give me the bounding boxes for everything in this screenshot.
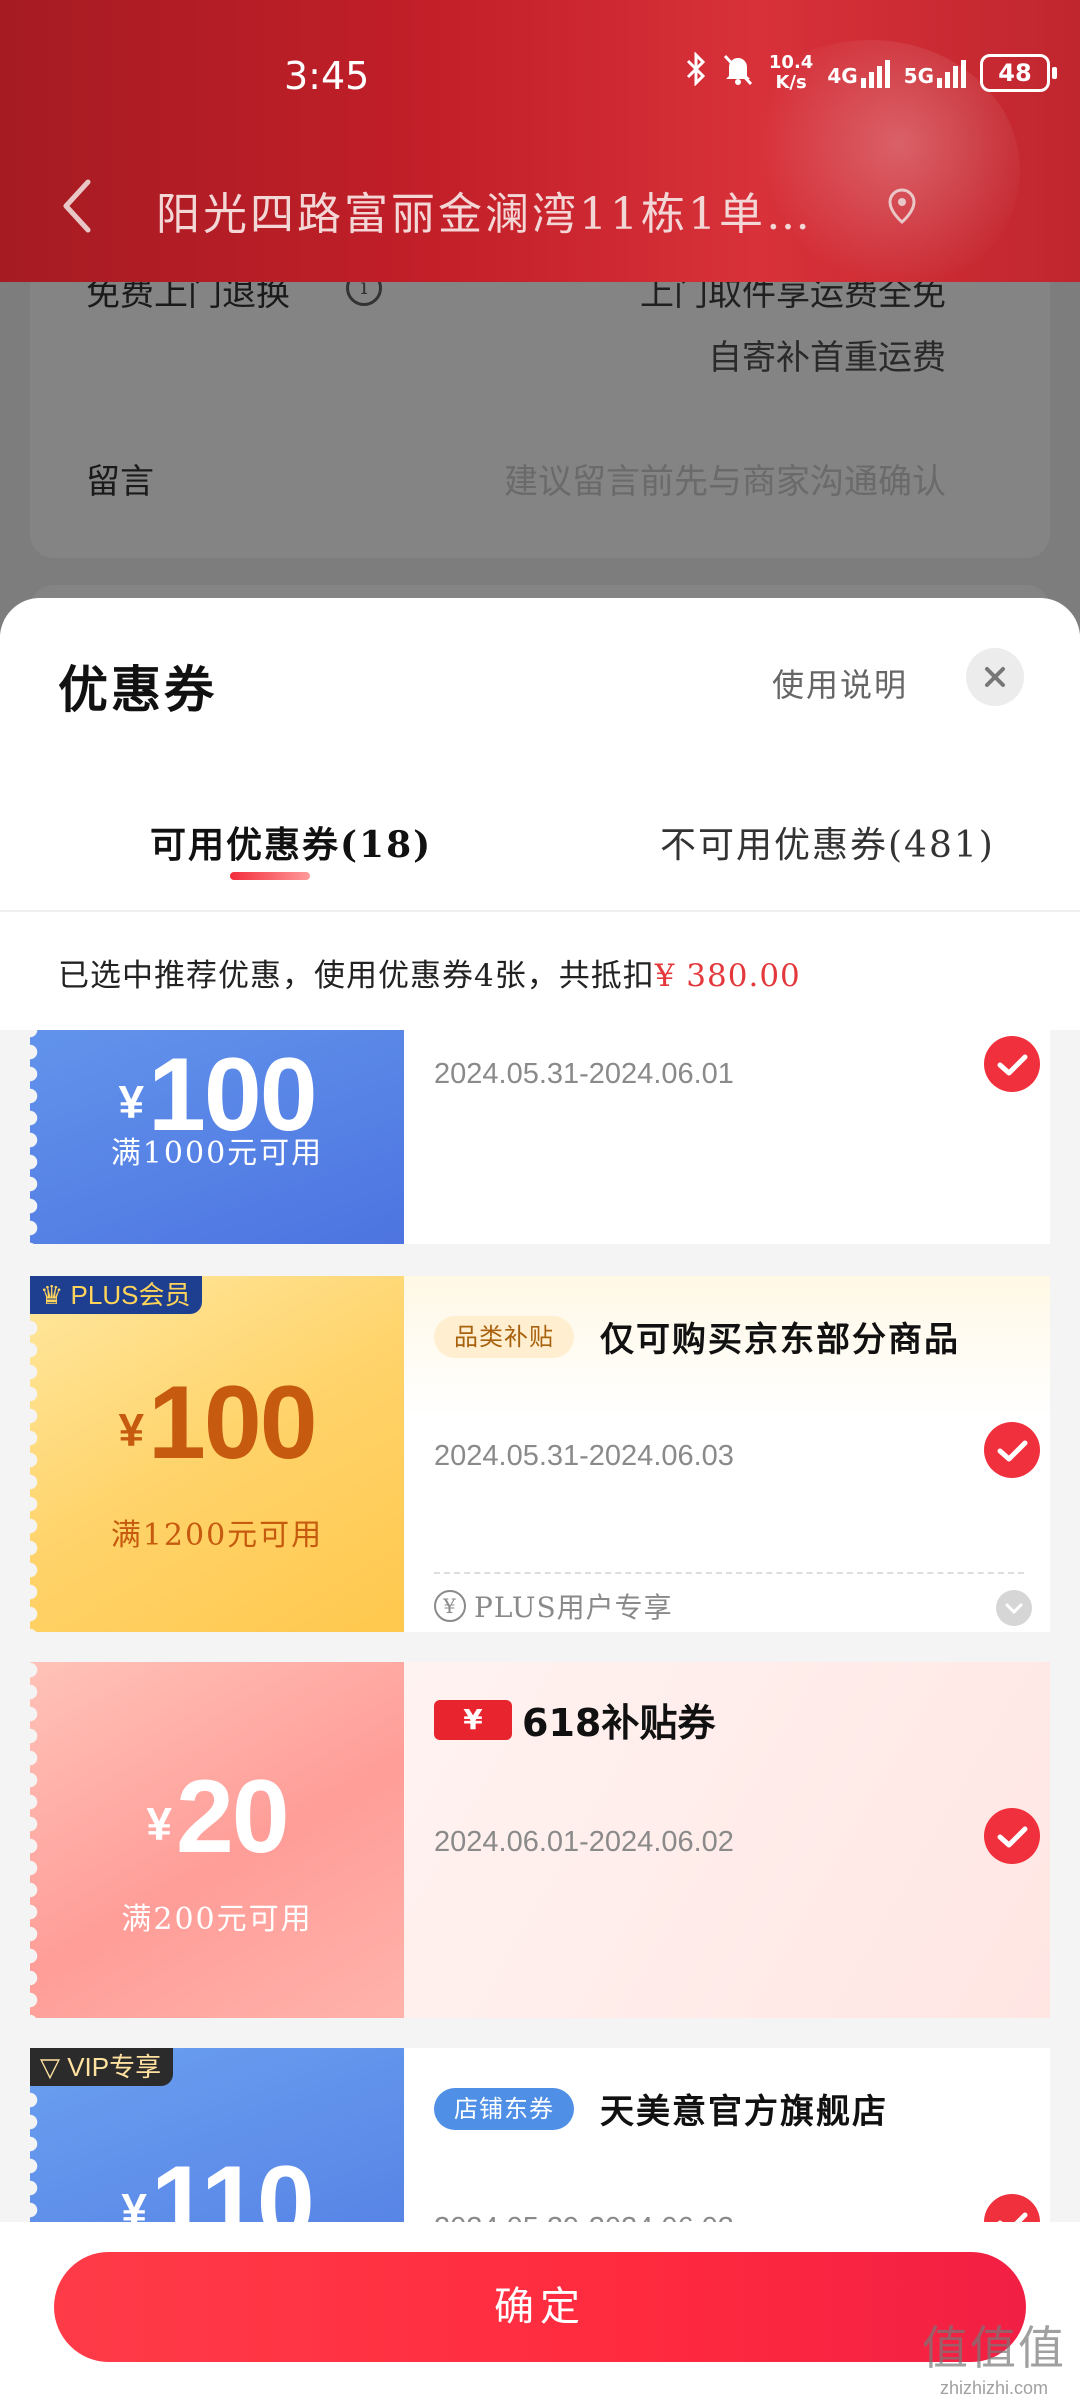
coupon-value-panel: ♛ PLUS会员 ¥100 满1200元可用: [30, 1276, 404, 1632]
battery-icon: 48: [980, 54, 1057, 92]
coupon-card[interactable]: ♛ PLUS会员 ¥100 满1200元可用 品类补贴 仅可购买京东部分商品 2…: [30, 1276, 1050, 1632]
watermark-logo: 值值值: [922, 2321, 1066, 2375]
signal-4g: 4G: [827, 58, 890, 88]
address-title[interactable]: 阳光四路富丽金澜湾11栋1单…: [156, 178, 876, 242]
header-bar: 3:45 10.4 K/s 4G 5G 48 阳光四路富丽金澜湾11栋1单…: [0, 0, 1080, 282]
badge-label: VIP专享: [67, 2052, 162, 2082]
coupon-title: 仅可购买京东部分商品: [600, 1320, 960, 1360]
category-subsidy-tag: 品类补贴: [434, 1316, 574, 1358]
sheet-title: 优惠券: [58, 660, 217, 719]
watermark-url: zhizhizhi.com: [939, 2378, 1049, 2398]
coupon-card[interactable]: ▽ VIP专享 ¥110 店铺东券 天美意官方旗舰店 2024.05.29-20…: [30, 2048, 1050, 2222]
dashed-divider: [434, 1572, 1024, 1574]
yen-circle-icon: ¥: [434, 1590, 466, 1622]
signal-bars-icon: [937, 58, 966, 88]
signal-5g: 5G: [904, 58, 966, 88]
plus-note: ¥ PLUS用户专享: [434, 1586, 673, 1626]
coupon-condition: 满200元可用: [121, 1902, 313, 1937]
message-input[interactable]: 建议留言前先与商家沟通确认: [504, 454, 946, 503]
divider: [0, 910, 1080, 912]
coupon-info: 2024.05.31-2024.06.01: [404, 1030, 1050, 1244]
return-value-line2: 自寄补首重运费: [708, 338, 946, 378]
coupon-amount: ¥110: [30, 2144, 404, 2222]
amount-value: 20: [175, 1759, 290, 1875]
vip-badge: ▽ VIP专享: [30, 2048, 174, 2086]
coupon-value-panel: ¥20 满200元可用: [30, 1662, 404, 2018]
coupon-list[interactable]: ¥100 满1000元可用 2024.05.31-2024.06.01 ♛ PL…: [0, 1030, 1080, 2222]
summary-text: 已选中推荐优惠，使用优惠券4张，共抵扣: [58, 958, 655, 994]
selection-summary: 已选中推荐优惠，使用优惠券4张，共抵扣¥ 380.00: [58, 950, 801, 995]
summary-amount: ¥ 380.00: [654, 958, 801, 994]
coupon-dates: 2024.05.31-2024.06.01: [434, 1058, 734, 1090]
back-arrow-icon[interactable]: [58, 176, 98, 236]
tab-available[interactable]: 可用优惠券(18): [150, 816, 432, 868]
watermark: 值值值 zhizhizhi.com: [922, 2312, 1066, 2399]
coupon-info: 品类补贴 仅可购买京东部分商品 2024.05.31-2024.06.03 ¥ …: [404, 1276, 1050, 1632]
mute-bell-icon: [721, 52, 755, 94]
yen-sign: ¥: [146, 1798, 172, 1850]
coupon-value-panel: ▽ VIP专享 ¥110: [30, 2048, 404, 2222]
coupon-info: ¥ 618补贴券 2024.06.01-2024.06.02: [404, 1662, 1050, 2018]
net-label-4g: 4G: [827, 64, 858, 88]
status-icons: 10.4 K/s 4G 5G 48: [685, 51, 1057, 94]
status-time: 3:45: [284, 54, 370, 98]
yen-sign: ¥: [118, 1404, 145, 1456]
coupon-condition: 满1200元可用: [110, 1518, 324, 1553]
coupon-dates: 2024.05.31-2024.06.03: [434, 1440, 734, 1472]
coupon-amount: ¥20: [30, 1758, 404, 1877]
shop-coupon-tag: 店铺东券: [434, 2088, 574, 2130]
amount-value: 110: [150, 2145, 315, 2222]
coupon-dates: 2024.05.29-2024.06.03: [434, 2212, 734, 2222]
message-label: 留言: [86, 462, 154, 502]
location-pin-icon[interactable]: [882, 186, 922, 226]
confirm-button[interactable]: 确定: [54, 2252, 1026, 2362]
check-icon[interactable]: [984, 2194, 1040, 2222]
check-icon[interactable]: [984, 1808, 1040, 1864]
coupon-info: 店铺东券 天美意官方旗舰店 2024.05.29-2024.06.03: [404, 2048, 1050, 2222]
tab-unavailable[interactable]: 不可用优惠券(481): [660, 816, 995, 868]
net-label-5g: 5G: [903, 64, 934, 88]
confirm-bar: 确定: [0, 2222, 1080, 2400]
coupon-title-row: ¥ 618补贴券: [434, 1692, 715, 1747]
speed-unit: K/s: [775, 72, 807, 93]
sheet-header: 优惠券 使用说明 可用优惠券(18) 不可用优惠券(481) 已选中推荐优惠，使…: [0, 598, 1080, 1030]
coupon-value-panel: ¥100 满1000元可用: [30, 1030, 404, 1244]
chevron-down-icon[interactable]: [996, 1590, 1032, 1626]
signal-bars-icon: [860, 58, 890, 88]
amount-value: 100: [148, 1365, 318, 1481]
coupon-card[interactable]: ¥100 满1000元可用 2024.05.31-2024.06.01: [30, 1030, 1050, 1244]
plus-note-text: PLUS用户专享: [474, 1591, 673, 1624]
coupon-title: 618补贴券: [522, 1701, 716, 1745]
yen-tag-icon: ¥: [434, 1699, 512, 1740]
close-button[interactable]: [966, 648, 1024, 706]
coupon-sheet: 优惠券 使用说明 可用优惠券(18) 不可用优惠券(481) 已选中推荐优惠，使…: [0, 598, 1080, 2400]
bluetooth-icon: [685, 51, 707, 94]
yen-sign: ¥: [118, 1076, 145, 1128]
coupon-condition: 满1000元可用: [110, 1136, 324, 1171]
coupon-dates: 2024.06.01-2024.06.02: [434, 1826, 734, 1858]
plus-member-badge: ♛ PLUS会员: [30, 1276, 203, 1314]
badge-label: PLUS会员: [70, 1280, 191, 1310]
coupon-title: 天美意官方旗舰店: [600, 2092, 888, 2132]
check-icon[interactable]: [984, 1036, 1040, 1092]
yen-sign: ¥: [121, 2184, 147, 2222]
usage-instructions-link[interactable]: 使用说明: [772, 660, 908, 706]
close-icon: [985, 667, 1005, 687]
network-speed: 10.4 K/s: [769, 53, 813, 93]
speed-value: 10.4: [768, 52, 814, 73]
active-tab-indicator: [230, 872, 310, 880]
coupon-card[interactable]: ¥20 满200元可用 ¥ 618补贴券 2024.06.01-2024.06.…: [30, 1662, 1050, 2018]
coupon-amount: ¥100: [30, 1364, 404, 1483]
check-icon[interactable]: [984, 1422, 1040, 1478]
